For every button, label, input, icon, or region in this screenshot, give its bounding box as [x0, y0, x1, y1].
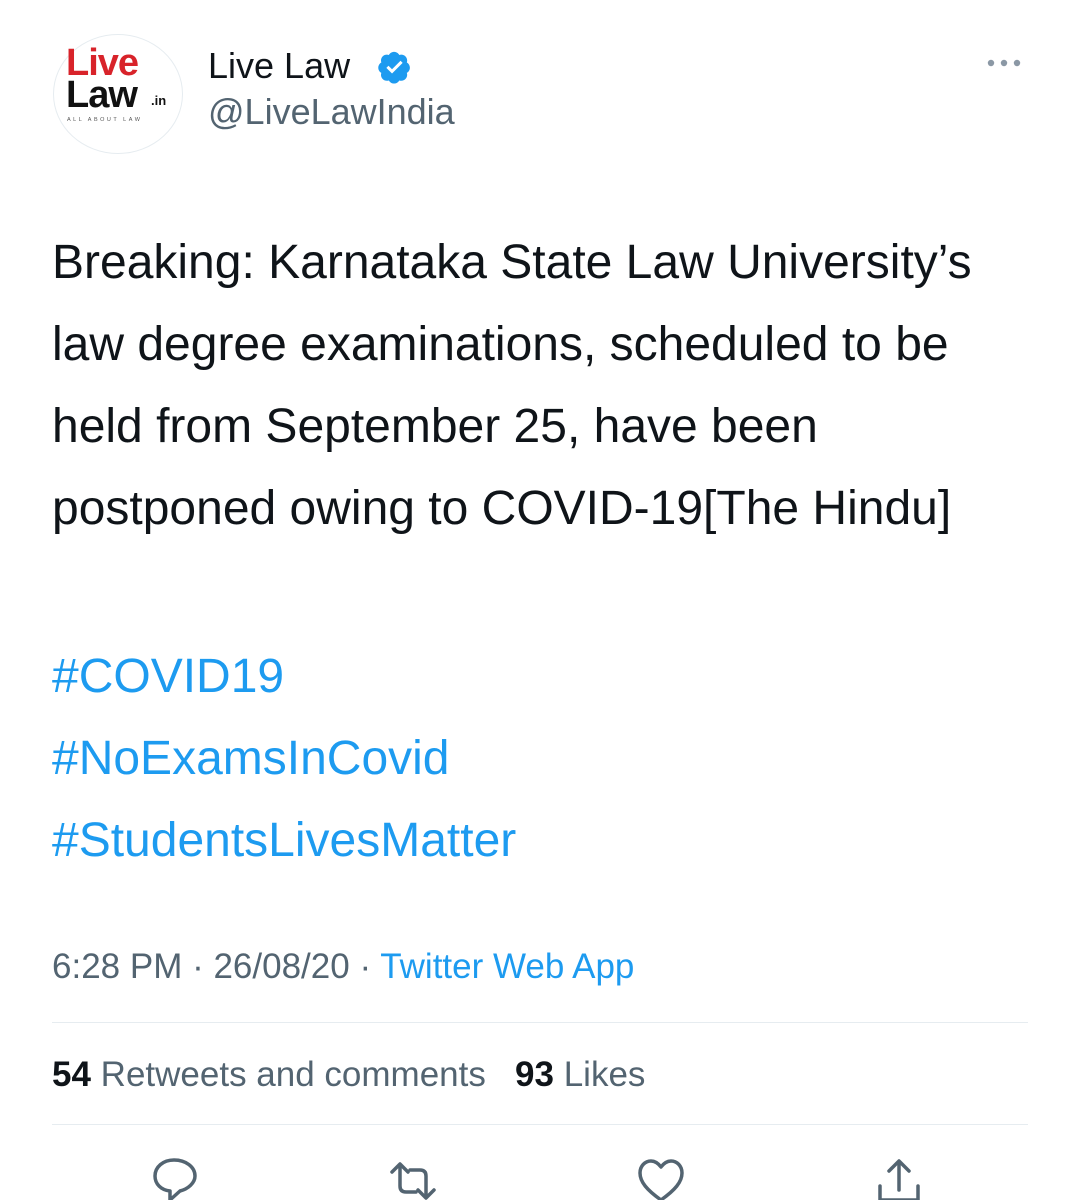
retweets-label: Retweets and comments: [100, 1055, 486, 1094]
retweets-stat[interactable]: 54 Retweets and comments: [52, 1055, 486, 1094]
hashtag-link[interactable]: #StudentsLivesMatter: [52, 800, 1032, 882]
more-options-icon[interactable]: [984, 48, 1024, 78]
reply-icon[interactable]: [150, 1156, 200, 1200]
tweet-metadata: 6:28 PM · 26/08/20 · Twitter Web App: [52, 944, 634, 990]
hashtag-link[interactable]: #NoExamsInCovid: [52, 718, 1032, 800]
author-handle[interactable]: @LiveLawIndia: [208, 90, 455, 134]
meta-separator: ·: [349, 947, 381, 986]
meta-separator: ·: [182, 947, 214, 986]
tweet-date: 26/08/20: [213, 947, 350, 986]
tweet-time: 6:28 PM: [52, 947, 183, 986]
tweet-text: Breaking: Karnataka State Law University…: [52, 236, 972, 535]
share-icon[interactable]: [874, 1156, 924, 1200]
logo-suffix-text: .in: [151, 93, 167, 108]
divider: [52, 1022, 1028, 1023]
verified-badge-icon: [378, 51, 410, 84]
likes-count: 93: [515, 1055, 554, 1094]
tweet-source-link[interactable]: Twitter Web App: [380, 947, 634, 986]
hashtag-list: #COVID19 #NoExamsInCovid #StudentsLivesM…: [52, 636, 1032, 882]
retweets-count: 54: [52, 1055, 91, 1094]
logo-law-text: Law: [66, 74, 138, 116]
avatar[interactable]: Live Law .in ALL ABOUT LAW: [53, 34, 183, 154]
engagement-stats: 54 Retweets and comments 93 Likes: [52, 1052, 645, 1098]
likes-label: Likes: [563, 1055, 646, 1094]
hashtag-link[interactable]: #COVID19: [52, 636, 1032, 718]
like-icon[interactable]: [636, 1156, 686, 1200]
divider: [52, 1124, 1028, 1125]
retweet-icon[interactable]: [388, 1156, 438, 1200]
logo-tagline: ALL ABOUT LAW: [67, 117, 143, 123]
author-name[interactable]: Live Law: [208, 44, 350, 88]
likes-stat[interactable]: 93 Likes: [515, 1055, 645, 1094]
